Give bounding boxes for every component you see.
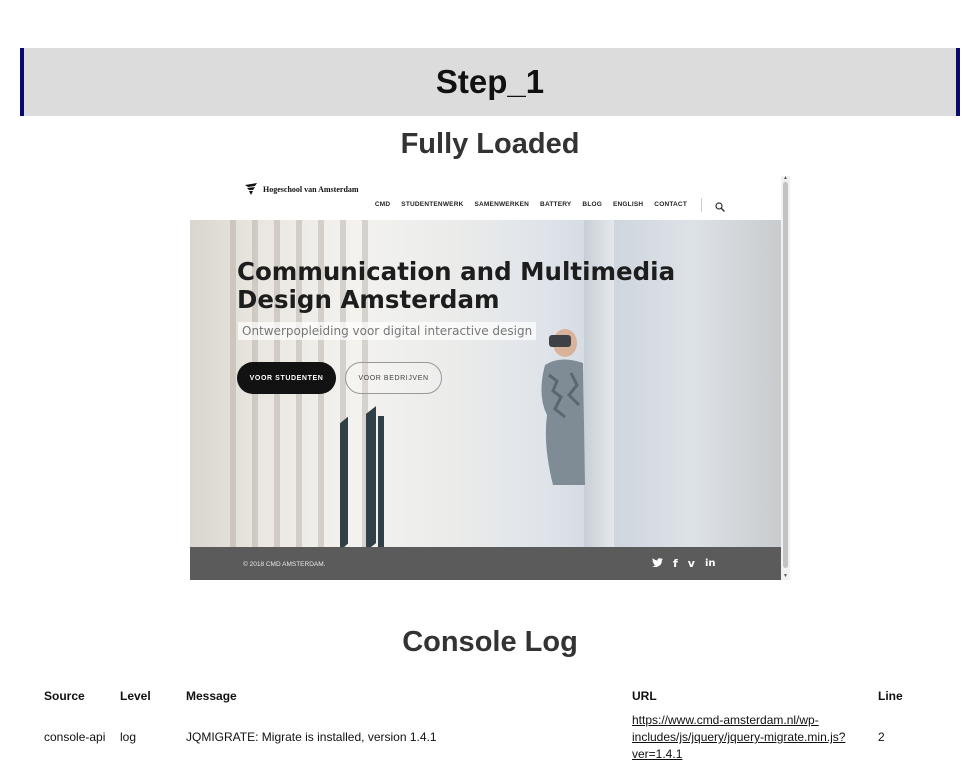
hero-subtitle: Ontwerpopleiding voor digital interactiv… [238,322,537,340]
cell-line: 2 [878,730,885,744]
column-header-line: Line [878,689,903,703]
facebook-icon[interactable]: f [673,557,678,570]
hero-railing [378,416,384,547]
column-header-level: Level [120,689,151,703]
column-header-url: URL [632,689,657,703]
site-logo[interactable]: Hogeschool van Amsterdam [244,183,359,195]
nav-item-cmd[interactable]: CMD [375,201,390,208]
step-header: Step_1 [20,48,960,116]
hero-railing [366,406,376,547]
nav-item-studentenwerk[interactable]: STUDENTENWERK [401,201,463,208]
social-links: f v in [652,557,716,570]
voor-studenten-button[interactable]: VOOR STUDENTEN [237,362,336,394]
nav-item-english[interactable]: ENGLISH [613,201,643,208]
hero-railing [340,416,348,547]
nav-divider [701,198,702,212]
voor-bedrijven-button[interactable]: VOOR BEDRIJVEN [345,362,442,394]
hero-title-line1: Communication and Multimedia [237,257,676,286]
cell-message: JQMIGRATE: Migrate is installed, version… [186,730,437,744]
footer-copyright: © 2018 CMD AMSTERDAM. [243,561,326,568]
scroll-down-arrow-icon[interactable]: ▼ [783,574,788,579]
linkedin-icon[interactable]: in [705,558,716,569]
nav-item-contact[interactable]: CONTACT [654,201,687,208]
nav-item-battery[interactable]: BATTERY [540,201,571,208]
nav-item-samenwerken[interactable]: SAMENWERKEN [474,201,529,208]
search-icon[interactable] [715,199,725,212]
site-footer: © 2018 CMD AMSTERDAM. f v in [190,547,781,580]
table-row: console-api log JQMIGRATE: Migrate is in… [38,709,944,766]
console-table-header: Source Level Message URL Line [38,683,944,709]
logo-icon [244,183,258,195]
nav-item-blog[interactable]: BLOG [582,201,602,208]
url-link[interactable]: https://www.cmd-amsterdam.nl/wp-includes… [632,713,845,761]
twitter-icon[interactable] [652,557,663,570]
site-nav-links: CMD STUDENTENWERK SAMENWERKEN BATTERY BL… [375,201,687,208]
column-header-message: Message [186,689,237,703]
logo-text: Hogeschool van Amsterdam [263,184,359,194]
vr-person-image [535,325,585,485]
step-title: Step_1 [435,63,545,100]
page-screenshot: Hogeschool van Amsterdam CMD STUDENTENWE… [190,176,790,580]
hero-background-stripe [230,220,236,547]
fully-loaded-title: Fully Loaded [400,128,580,160]
scrollbar-thumb[interactable] [783,182,788,568]
hero-banner: Communication and Multimedia Design Amst… [190,220,781,547]
vimeo-icon[interactable]: v [688,557,695,570]
scroll-up-arrow-icon[interactable]: ▲ [783,176,788,181]
console-log-table: Source Level Message URL Line console-ap… [38,683,944,766]
cell-source: console-api [44,730,106,744]
hero-title-line2: Design Amsterdam [237,285,500,314]
site-navbar: Hogeschool van Amsterdam CMD STUDENTENWE… [190,176,781,220]
column-header-source: Source [44,689,85,703]
cell-url: https://www.cmd-amsterdam.nl/wp-includes… [626,709,872,766]
cell-level: log [120,730,137,744]
console-log-title: Console Log [402,626,578,658]
hero-title: Communication and Multimedia Design Amst… [237,258,737,314]
